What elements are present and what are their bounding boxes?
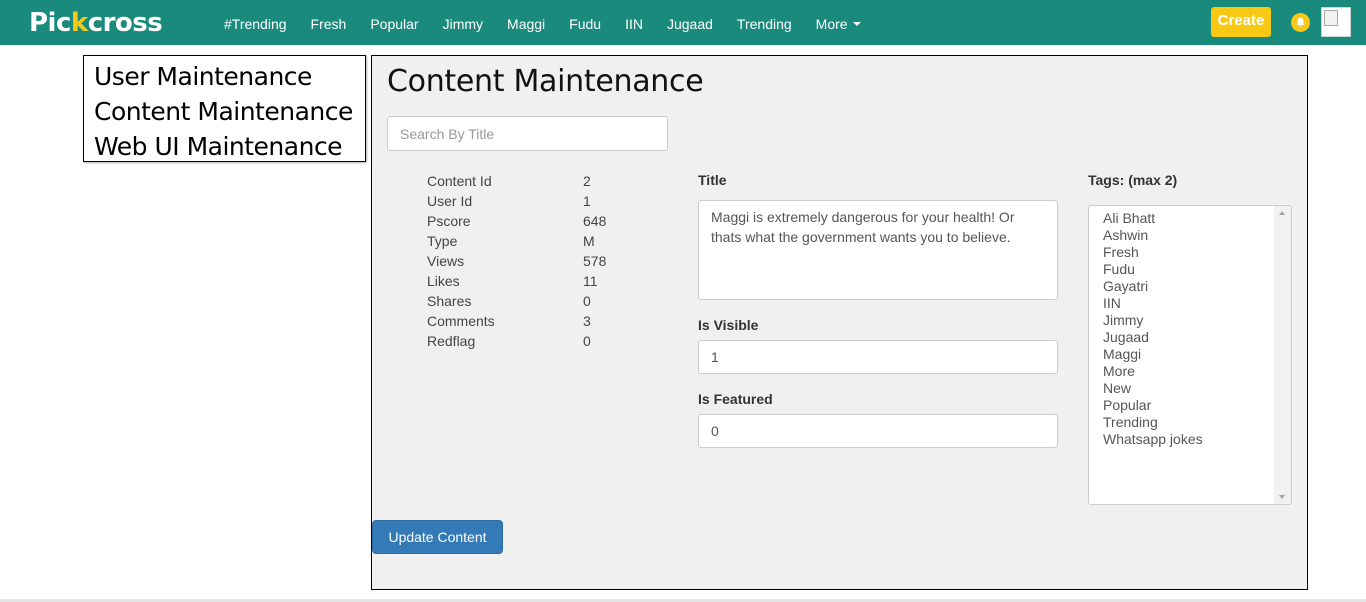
- nav-link-fresh[interactable]: Fresh: [299, 0, 359, 45]
- sidebar-item-web-ui-maintenance[interactable]: Web UI Maintenance: [94, 129, 365, 164]
- content-maintenance-panel: Content Maintenance Content Id 2 User Id 1…: [371, 55, 1308, 590]
- scroll-down-arrow-icon[interactable]: [1279, 495, 1285, 499]
- is-visible-label: Is Visible: [698, 317, 759, 333]
- admin-sidebar: User Maintenance Content Maintenance Web…: [83, 55, 366, 162]
- brand-text-accent: k: [70, 8, 88, 38]
- user-avatar[interactable]: [1321, 7, 1351, 37]
- meta-row-pscore: Pscore 648: [427, 211, 606, 231]
- tag-option[interactable]: Fresh: [1103, 244, 1203, 261]
- tag-option[interactable]: Jimmy: [1103, 312, 1203, 329]
- is-featured-label: Is Featured: [698, 391, 773, 407]
- brand-text-start: Pic: [29, 8, 71, 38]
- sidebar-item-content-maintenance[interactable]: Content Maintenance: [94, 94, 365, 129]
- nav-link-popular[interactable]: Popular: [358, 0, 430, 45]
- meta-value: 11: [583, 273, 598, 289]
- meta-value: 2: [583, 173, 591, 189]
- meta-key: Pscore: [427, 213, 471, 229]
- tags-scrollbar[interactable]: [1274, 206, 1291, 504]
- create-button[interactable]: Create: [1211, 7, 1271, 37]
- scroll-up-arrow-icon[interactable]: [1279, 211, 1285, 215]
- tag-option[interactable]: Popular: [1103, 397, 1203, 414]
- is-featured-input[interactable]: [698, 414, 1058, 448]
- caret-down-icon: [852, 22, 861, 27]
- meta-row-likes: Likes 11: [427, 271, 606, 291]
- sidebar-item-user-maintenance[interactable]: User Maintenance: [94, 59, 365, 94]
- tag-option[interactable]: Whatsapp jokes: [1103, 431, 1203, 448]
- tag-option[interactable]: Jugaad: [1103, 329, 1203, 346]
- tags-label: Tags: (max 2): [1088, 172, 1178, 188]
- more-dropdown[interactable]: More: [804, 0, 873, 45]
- nav-link-hashtag-trending[interactable]: #Trending: [212, 0, 299, 45]
- tag-option[interactable]: Trending: [1103, 414, 1203, 431]
- meta-row-type: Type M: [427, 231, 606, 251]
- brand-logo[interactable]: Pickcross: [29, 7, 163, 39]
- nav-link-maggi[interactable]: Maggi: [495, 0, 557, 45]
- meta-key: Shares: [427, 293, 472, 309]
- more-dropdown-label: More: [815, 16, 848, 32]
- meta-value: M: [583, 233, 595, 249]
- top-navbar: Pickcross #Trending Fresh Popular Jimmy …: [0, 0, 1366, 45]
- broken-image-icon: [1324, 10, 1338, 26]
- nav-link-iin[interactable]: IIN: [613, 0, 655, 45]
- meta-key: Type: [427, 233, 458, 249]
- meta-value: 578: [583, 253, 607, 269]
- meta-key: User Id: [427, 193, 473, 209]
- tag-option[interactable]: Fudu: [1103, 261, 1203, 278]
- tags-list: Ali Bhatt Ashwin Fresh Fudu Gayatri IIN …: [1103, 210, 1203, 448]
- bell-glyph-icon: [1296, 17, 1305, 27]
- search-input[interactable]: [387, 116, 668, 151]
- tag-option[interactable]: More: [1103, 363, 1203, 380]
- nav-links: #Trending Fresh Popular Jimmy Maggi Fudu…: [212, 0, 873, 45]
- meta-row-content-id: Content Id 2: [427, 171, 606, 191]
- title-textarea[interactable]: Maggi is extremely dangerous for your he…: [698, 200, 1058, 300]
- meta-key: Views: [427, 253, 465, 269]
- meta-key: Content Id: [427, 173, 492, 189]
- title-label: Title: [698, 172, 727, 188]
- meta-value: 1: [583, 193, 591, 209]
- update-content-button[interactable]: Update Content: [372, 520, 503, 554]
- meta-row-views: Views 578: [427, 251, 606, 271]
- meta-row-comments: Comments 3: [427, 311, 606, 331]
- tag-option[interactable]: Gayatri: [1103, 278, 1203, 295]
- brand-text-end: cross: [87, 8, 163, 38]
- tags-multiselect[interactable]: Ali Bhatt Ashwin Fresh Fudu Gayatri IIN …: [1088, 205, 1292, 505]
- meta-key: Redflag: [427, 333, 476, 349]
- tag-option[interactable]: New: [1103, 380, 1203, 397]
- content-meta-list: Content Id 2 User Id 1 Pscore 648 Type M Vie…: [427, 171, 606, 351]
- tag-option[interactable]: Maggi: [1103, 346, 1203, 363]
- meta-value: 0: [583, 293, 591, 309]
- meta-key: Comments: [427, 313, 495, 329]
- meta-value: 0: [583, 333, 591, 349]
- meta-row-shares: Shares 0: [427, 291, 606, 311]
- tag-option[interactable]: IIN: [1103, 295, 1203, 312]
- meta-row-redflag: Redflag 0: [427, 331, 606, 351]
- meta-value: 3: [583, 313, 591, 329]
- nav-link-jimmy[interactable]: Jimmy: [431, 0, 495, 45]
- meta-value: 648: [583, 213, 607, 229]
- tag-option[interactable]: Ashwin: [1103, 227, 1203, 244]
- nav-link-trending[interactable]: Trending: [725, 0, 804, 45]
- nav-link-jugaad[interactable]: Jugaad: [655, 0, 725, 45]
- is-visible-input[interactable]: [698, 340, 1058, 374]
- page-title: Content Maintenance: [387, 64, 704, 99]
- tag-option[interactable]: Ali Bhatt: [1103, 210, 1203, 227]
- meta-row-user-id: User Id 1: [427, 191, 606, 211]
- nav-link-fudu[interactable]: Fudu: [557, 0, 613, 45]
- notification-bell-icon[interactable]: [1291, 13, 1310, 32]
- meta-key: Likes: [427, 273, 460, 289]
